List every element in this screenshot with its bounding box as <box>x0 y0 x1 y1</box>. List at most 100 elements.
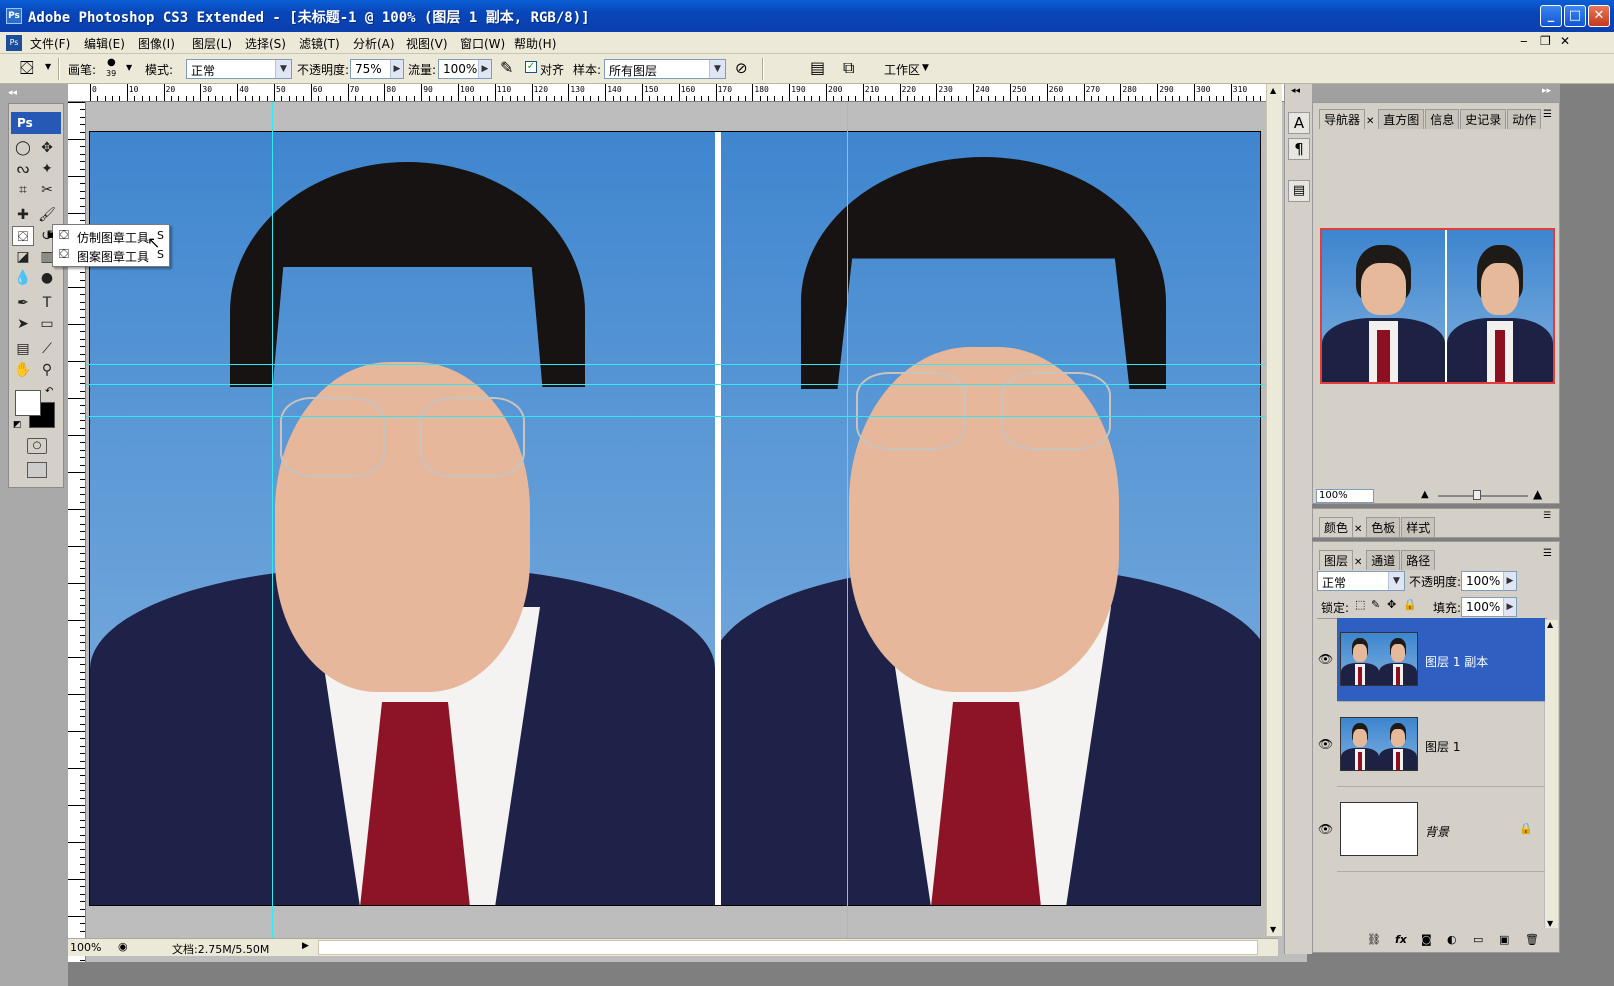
brush-preview-icon[interactable]: ● <box>107 57 116 68</box>
document-icon[interactable]: Ps <box>6 35 22 51</box>
lock-transparent-icon[interactable]: ⬚ <box>1355 598 1365 611</box>
panel-menu-icon[interactable]: ☰ <box>1543 548 1552 559</box>
status-menu-icon[interactable]: ▶ <box>302 941 309 951</box>
tab-channels[interactable]: 通道 <box>1366 550 1401 570</box>
default-colors-icon[interactable]: ◩ <box>13 420 22 430</box>
zoom-out-icon[interactable]: ▲ <box>1421 489 1429 500</box>
panel-menu-icon[interactable]: ☰ <box>1543 109 1552 120</box>
preset-dropdown-icon[interactable]: ▼ <box>45 62 51 71</box>
doc-minimize-button[interactable]: ‒ <box>1520 34 1528 48</box>
marquee-tool-icon[interactable]: ◯ <box>12 138 34 158</box>
doc-restore-button[interactable]: ❐ <box>1540 34 1551 48</box>
maximize-button[interactable]: □ <box>1564 5 1586 27</box>
path-selection-tool-icon[interactable]: ➤ <box>12 314 34 334</box>
screen-mode-icon[interactable] <box>27 462 47 478</box>
close-button[interactable]: ✕ <box>1588 5 1610 27</box>
eye-icon[interactable]: 👁 <box>1318 652 1334 666</box>
layer-row[interactable]: 背景 🔒 <box>1337 788 1545 872</box>
menu-select[interactable]: 选择(S) <box>245 35 286 52</box>
clone-stamp-preset-icon[interactable]: ⛋ <box>20 58 34 79</box>
eye-icon[interactable]: 👁 <box>1318 737 1334 751</box>
new-layer-icon[interactable]: ▣ <box>1499 933 1509 946</box>
blur-tool-icon[interactable]: 💧 <box>12 268 34 288</box>
tab-swatches[interactable]: 色板 <box>1366 517 1401 537</box>
menu-analysis[interactable]: 分析(A) <box>353 35 395 52</box>
collapse-icon[interactable]: ◂◂ <box>8 88 17 98</box>
opacity-input[interactable]: 75% ▶ <box>350 59 404 79</box>
hand-tool-icon[interactable]: ✋ <box>12 360 34 380</box>
notes-tool-icon[interactable]: ▤ <box>12 339 34 359</box>
aligned-checkbox[interactable]: ✓ <box>525 61 537 73</box>
character-panel-icon[interactable]: A <box>1288 112 1310 134</box>
tab-styles[interactable]: 样式 <box>1401 517 1436 537</box>
paragraph-panel-icon[interactable]: ¶ <box>1288 138 1310 160</box>
layer-row[interactable]: 图层 1 <box>1337 703 1545 787</box>
brush-tool-icon[interactable]: 🖌 <box>36 205 58 225</box>
tab-navigator[interactable]: 导航器 <box>1319 109 1366 129</box>
flow-input[interactable]: 100% ▶ <box>438 59 492 79</box>
lasso-tool-icon[interactable]: ᔓ <box>12 159 34 179</box>
workspace-button[interactable]: 工作区 <box>884 61 920 78</box>
guide-horizontal[interactable] <box>86 416 1266 417</box>
horizontal-scrollbar[interactable] <box>318 940 1258 955</box>
tab-actions[interactable]: 动作 <box>1507 109 1542 129</box>
guide-horizontal[interactable] <box>86 364 1266 365</box>
guide-vertical[interactable] <box>847 102 848 938</box>
menu-help[interactable]: 帮助(H) <box>514 35 556 52</box>
menu-view[interactable]: 视图(V) <box>406 35 448 52</box>
chevron-right-icon[interactable]: ▶ <box>478 60 491 78</box>
navigator-preview[interactable] <box>1320 228 1555 384</box>
layer-blend-mode-select[interactable]: 正常 ▼ <box>1317 571 1405 591</box>
crop-tool-icon[interactable]: ⌗ <box>12 180 34 200</box>
menu-edit[interactable]: 编辑(E) <box>84 35 125 52</box>
lock-image-icon[interactable]: ✎ <box>1371 598 1380 611</box>
link-layers-icon[interactable]: ⛓ <box>1367 933 1381 946</box>
tab-layers[interactable]: 图层 <box>1319 550 1354 570</box>
clone-stamp-tool-icon[interactable]: ⛋ <box>12 226 34 246</box>
chevron-right-icon[interactable]: ▶ <box>1503 598 1516 616</box>
panel-menu-icon[interactable]: ☰ <box>1543 511 1551 521</box>
workspace-dropdown-icon[interactable]: ▼ <box>922 63 929 73</box>
swap-colors-icon[interactable]: ↶ <box>45 386 53 397</box>
scroll-up-icon[interactable]: ▲ <box>1547 620 1553 629</box>
layer-name[interactable]: 图层 1 <box>1425 738 1460 755</box>
palette-well-icon[interactable]: ▤ <box>810 58 825 77</box>
menu-filter[interactable]: 滤镜(T) <box>299 35 340 52</box>
guide-vertical[interactable] <box>272 102 273 938</box>
expand-panels-icon[interactable]: ◂◂ <box>1291 86 1300 96</box>
menu-file[interactable]: 文件(F) <box>30 35 70 52</box>
pen-tool-icon[interactable]: ✒ <box>12 293 34 313</box>
zoom-tool-icon[interactable]: ⚲ <box>36 360 58 380</box>
ignore-adjustment-layers-icon[interactable]: ⊘ <box>735 59 748 77</box>
chevron-right-icon[interactable]: ▶ <box>390 60 403 78</box>
scroll-down-icon[interactable]: ▼ <box>1270 925 1276 934</box>
eraser-tool-icon[interactable]: ◪ <box>12 247 34 267</box>
layer-style-icon[interactable]: fx <box>1395 933 1407 946</box>
airbrush-icon[interactable]: ✎ <box>500 58 513 77</box>
layer-opacity-input[interactable]: 100% ▶ <box>1461 571 1517 591</box>
move-tool-icon[interactable]: ✥ <box>36 138 58 158</box>
tab-color[interactable]: 颜色 <box>1319 517 1354 537</box>
tab-info[interactable]: 信息 <box>1425 109 1460 129</box>
healing-brush-tool-icon[interactable]: ✚ <box>12 205 34 225</box>
doc-close-button[interactable]: ✕ <box>1560 34 1570 48</box>
type-tool-icon[interactable]: T <box>36 293 58 313</box>
new-group-icon[interactable]: ▭ <box>1473 933 1483 946</box>
delete-layer-icon[interactable]: 🗑 <box>1525 933 1539 946</box>
close-icon[interactable]: ✕ <box>1354 557 1362 568</box>
tab-histogram[interactable]: 直方图 <box>1378 109 1425 129</box>
scroll-up-icon[interactable]: ▲ <box>1270 86 1276 95</box>
shape-tool-icon[interactable]: ▭ <box>36 314 58 334</box>
horizontal-ruler[interactable]: 0 10 20 30 40 50 60 70 80 90 100 110 120 130 140 150 160… <box>68 84 1307 102</box>
vertical-scrollbar[interactable]: ▲ ▼ <box>1266 84 1282 936</box>
bridge-icon[interactable]: ⧉ <box>843 58 854 78</box>
layer-row[interactable]: 图层 1 副本 <box>1337 618 1545 702</box>
minimize-button[interactable]: _ <box>1540 5 1562 27</box>
zoom-level[interactable]: 100% <box>70 941 101 954</box>
eye-icon[interactable]: 👁 <box>1318 822 1334 836</box>
lock-all-icon[interactable]: 🔒 <box>1403 598 1417 611</box>
scroll-down-icon[interactable]: ▼ <box>1547 919 1553 928</box>
zoom-slider-track[interactable] <box>1438 495 1528 497</box>
layer-mask-icon[interactable]: ◙ <box>1421 933 1432 946</box>
guide-horizontal[interactable] <box>86 384 1266 385</box>
